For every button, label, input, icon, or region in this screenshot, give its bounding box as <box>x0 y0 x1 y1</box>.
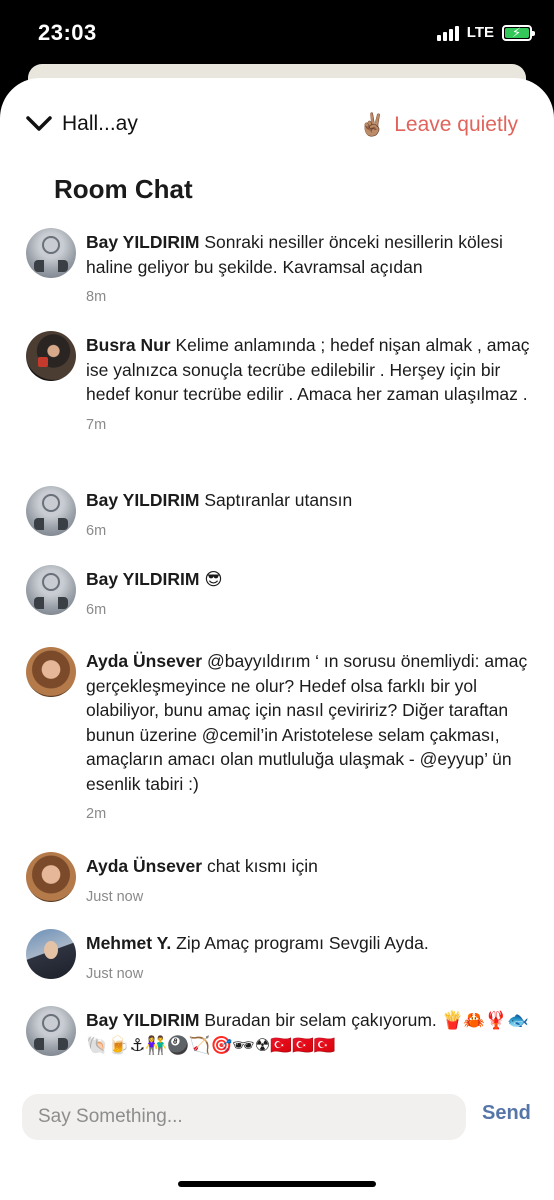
message-time: 7m <box>86 416 107 433</box>
message-time: 8m <box>86 289 107 305</box>
message-author[interactable]: Ayda Ünsever <box>86 856 202 876</box>
room-header: Hall...ay ✌🏽 Leave quietly <box>0 108 554 148</box>
page-title: Room Chat <box>54 174 193 204</box>
avatar[interactable] <box>26 852 76 902</box>
avatar[interactable] <box>26 1006 76 1056</box>
avatar[interactable] <box>26 565 76 615</box>
message-author[interactable]: Bay YILDIRIM <box>86 569 199 589</box>
room-sheet: Hall...ay ✌🏽 Leave quietly Room Chat Bay… <box>0 78 554 1200</box>
message-text: @bayyıldırım ‘ ın sorusu önemliydi: amaç… <box>86 651 528 794</box>
message-text: Saptıranlar utansın <box>204 490 353 510</box>
status-bar: 23:03 LTE ⚡ <box>0 0 554 64</box>
send-button[interactable]: Send <box>482 1102 531 1125</box>
composer: Send <box>0 1094 554 1144</box>
message-text: Zip Amaç programı Sevgili Ayda. <box>176 933 429 953</box>
message-time: 6m <box>86 522 107 539</box>
avatar[interactable] <box>26 331 76 381</box>
chat-message-list[interactable]: Bay YILDIRIM Sonraki nesiller önceki nes… <box>0 224 554 1076</box>
cellular-signal-icon <box>436 25 459 41</box>
leave-quietly-label: Leave quietly <box>394 113 518 136</box>
avatar[interactable] <box>26 647 76 697</box>
message-text: chat kısmı için <box>206 856 318 876</box>
message-time: 2m <box>86 806 107 822</box>
message-time: 6m <box>86 601 107 618</box>
message-author[interactable]: Bay YILDIRIM <box>86 1010 199 1030</box>
collapse-room-button[interactable]: Hall...ay <box>24 112 138 136</box>
home-indicator <box>178 1181 376 1187</box>
room-name: Hall...ay <box>62 112 138 135</box>
peace-hand-icon: ✌🏽 <box>358 112 387 137</box>
status-time: 23:03 <box>38 20 97 45</box>
network-type: LTE <box>466 24 494 41</box>
message-time: Just now <box>86 888 144 905</box>
message-author[interactable]: Ayda Ünsever <box>86 651 202 671</box>
leave-quietly-button[interactable]: ✌🏽 Leave quietly <box>359 112 518 138</box>
message-time: Just now <box>86 965 144 982</box>
chevron-down-icon <box>26 116 52 131</box>
message-author[interactable]: Mehmet Y. <box>86 933 171 953</box>
battery-charging-icon: ⚡ <box>502 24 535 41</box>
message-text: 😎 <box>204 569 223 589</box>
message-author[interactable]: Bay YILDIRIM <box>86 232 199 252</box>
avatar[interactable] <box>26 929 76 979</box>
avatar[interactable] <box>26 486 76 536</box>
chat-input[interactable] <box>22 1094 466 1140</box>
avatar[interactable] <box>26 228 76 278</box>
message-author[interactable]: Bay YILDIRIM <box>86 490 199 510</box>
status-indicators: LTE ⚡ <box>436 24 535 41</box>
message-author[interactable]: Busra Nur <box>86 335 171 355</box>
